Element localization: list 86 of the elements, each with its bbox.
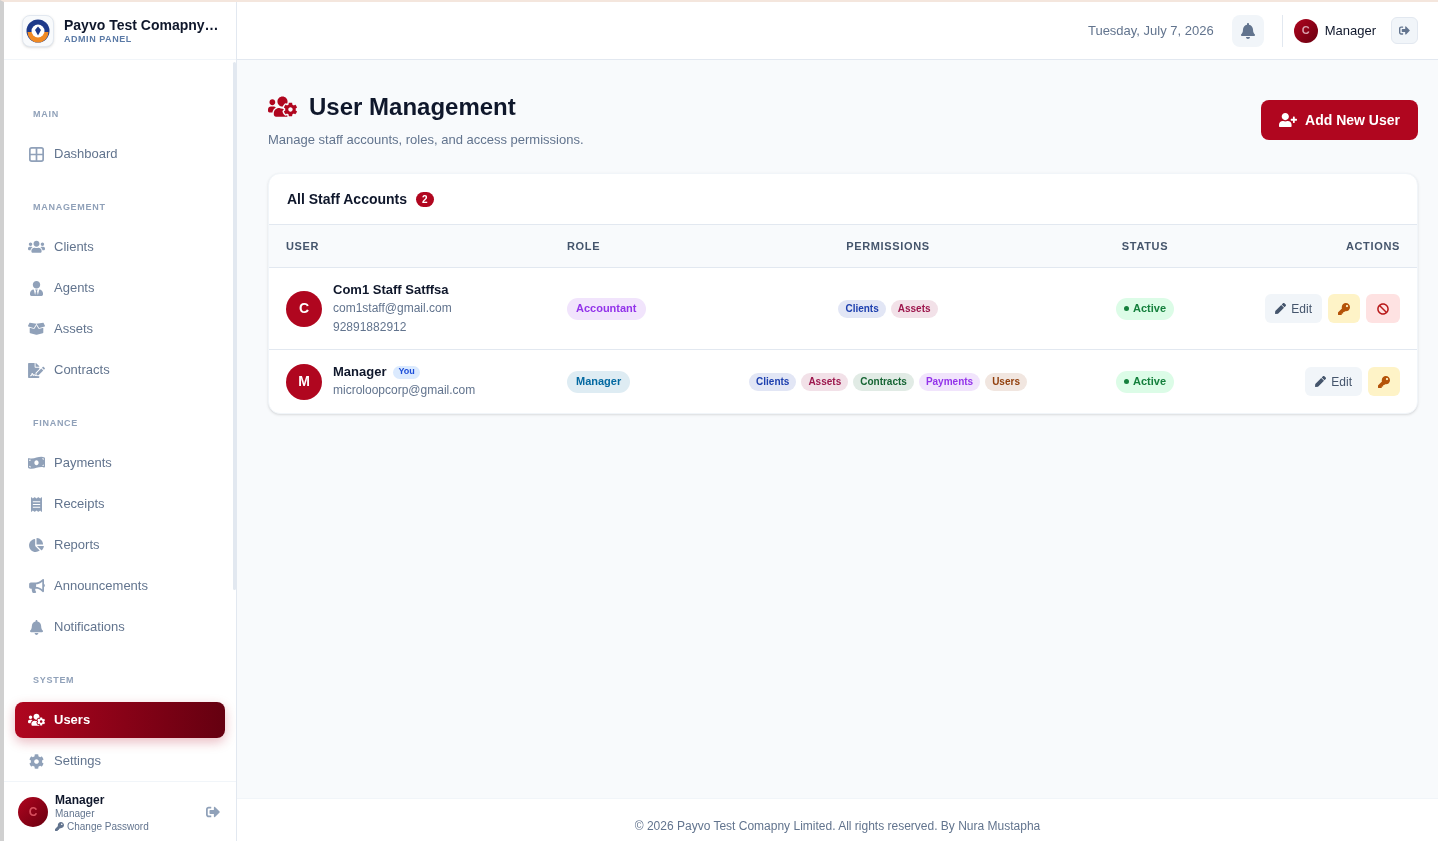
avatar: C bbox=[286, 290, 322, 327]
key-icon bbox=[1378, 375, 1390, 388]
user-name: Manager bbox=[333, 363, 387, 381]
logout-icon[interactable] bbox=[206, 804, 220, 819]
users-gear-icon bbox=[268, 95, 297, 119]
permission-tag: Assets bbox=[890, 299, 938, 318]
nav-item[interactable]: Announcements bbox=[15, 568, 225, 604]
key-button[interactable] bbox=[1328, 294, 1360, 323]
role-tag: Accountant bbox=[567, 297, 646, 320]
pencil-icon bbox=[1275, 303, 1287, 314]
block-button[interactable] bbox=[1366, 294, 1400, 323]
ban-icon bbox=[1377, 302, 1389, 315]
role-tag: Manager bbox=[567, 370, 631, 393]
edit-button[interactable]: Edit bbox=[1305, 367, 1362, 396]
nav-item[interactable]: Payments bbox=[15, 445, 225, 481]
avatar: C bbox=[18, 796, 48, 827]
document-pen-icon bbox=[28, 362, 45, 378]
page-title: User Management bbox=[309, 92, 516, 122]
key-icon bbox=[55, 821, 64, 831]
megaphone-icon bbox=[28, 579, 45, 593]
edit-button[interactable]: Edit bbox=[1265, 294, 1322, 323]
nav-item[interactable]: Contracts bbox=[15, 352, 225, 388]
user-name: Manager bbox=[55, 792, 106, 807]
section-label: FINANCE bbox=[33, 417, 79, 429]
nav-item[interactable]: Clients bbox=[15, 229, 225, 265]
footer-text: © 2026 Payvo Test Comapny Limited. All rights reserved. By Nura Mustapha bbox=[634, 819, 1041, 833]
user-email: com1staff@gmail.com bbox=[333, 300, 452, 317]
you-badge: You bbox=[393, 365, 420, 379]
permission-tag: Contracts bbox=[853, 372, 914, 391]
avatar[interactable]: C bbox=[1293, 18, 1318, 43]
section-label: MAIN bbox=[33, 108, 59, 120]
permission-tag: Users bbox=[985, 372, 1027, 391]
column-header: ROLE bbox=[567, 238, 601, 254]
receipt-icon bbox=[31, 496, 42, 512]
banknote-icon bbox=[28, 456, 45, 470]
bell-icon bbox=[1240, 22, 1255, 39]
nav-item[interactable]: Settings bbox=[15, 743, 225, 779]
user-role: Manager bbox=[55, 807, 96, 820]
permission-tag: Clients bbox=[838, 299, 886, 318]
logout-button[interactable] bbox=[1391, 17, 1418, 44]
grid-icon bbox=[29, 146, 44, 162]
nav-item[interactable]: Receipts bbox=[15, 486, 225, 522]
box-icon bbox=[28, 322, 45, 336]
change-password-link[interactable]: Change Password bbox=[55, 819, 149, 833]
users-gear-icon bbox=[28, 713, 45, 727]
nav-item[interactable]: Reports bbox=[15, 527, 225, 563]
pencil-icon bbox=[1315, 376, 1327, 387]
key-icon bbox=[1338, 302, 1350, 315]
status-label: Active bbox=[1133, 374, 1166, 390]
nav-item[interactable]: Notifications bbox=[15, 609, 225, 645]
section-label: SYSTEM bbox=[33, 674, 75, 686]
bell-icon bbox=[30, 619, 43, 635]
user-icon bbox=[30, 280, 43, 296]
add-user-button[interactable]: Add New User bbox=[1261, 100, 1418, 140]
user-name[interactable]: Manager bbox=[1324, 20, 1376, 41]
logout-icon bbox=[1399, 25, 1410, 36]
count-badge: 2 bbox=[416, 191, 434, 207]
page-subtitle: Manage staff accounts, roles, and access permissions. bbox=[268, 131, 584, 149]
column-header: PERMISSIONS bbox=[846, 238, 930, 254]
avatar: M bbox=[286, 363, 322, 400]
nav-item[interactable]: Dashboard bbox=[15, 136, 225, 172]
permission-tag: Clients bbox=[749, 372, 797, 391]
permission-tag: Payments bbox=[918, 372, 981, 391]
key-button[interactable] bbox=[1368, 367, 1400, 396]
user-phone: 92891882912 bbox=[333, 319, 408, 336]
nav-item[interactable]: Assets bbox=[15, 311, 225, 347]
users-icon bbox=[28, 240, 45, 254]
nav-item[interactable]: Users bbox=[15, 702, 225, 738]
notifications-button[interactable] bbox=[1231, 14, 1264, 47]
date-text: Tuesday, July 7, 2026 bbox=[1087, 21, 1214, 40]
nav-item[interactable]: Agents bbox=[15, 270, 225, 306]
status-label: Active bbox=[1133, 301, 1166, 317]
column-header: ACTIONS bbox=[1345, 238, 1400, 254]
user-name: Com1 Staff Satffsa bbox=[333, 281, 449, 299]
permission-tag: Assets bbox=[801, 372, 849, 391]
panel-subtitle: ADMIN PANEL bbox=[64, 33, 133, 45]
user-plus-icon bbox=[1279, 112, 1298, 128]
gear-icon bbox=[29, 753, 44, 769]
company-logo bbox=[22, 14, 54, 47]
company-name: Payvo Test Comapny… bbox=[64, 16, 219, 34]
card-title: All Staff Accounts bbox=[287, 189, 408, 209]
user-email: microloopcorp@gmail.com bbox=[333, 382, 476, 399]
column-header: STATUS bbox=[1121, 238, 1169, 254]
section-label: MANAGEMENT bbox=[33, 201, 106, 213]
pie-chart-icon bbox=[29, 538, 44, 552]
column-header: USER bbox=[286, 238, 320, 254]
